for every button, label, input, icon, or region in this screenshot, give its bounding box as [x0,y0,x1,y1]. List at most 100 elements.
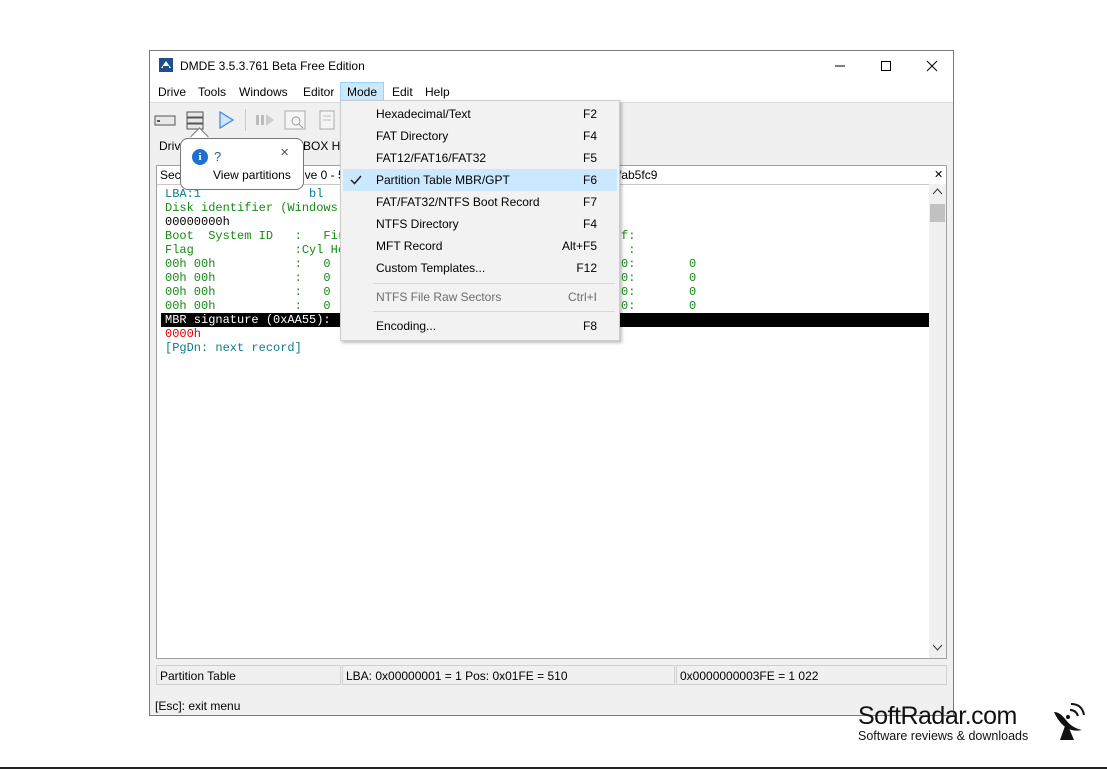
menu-item-shortcut: F8 [582,319,597,333]
status-bar: Partition Table LBA: 0x00000001 = 1 Pos:… [156,665,947,687]
maximize-icon [881,60,891,71]
minimize-button[interactable] [817,51,863,80]
next-record-link[interactable]: [PgDn: next record] [165,341,302,355]
checkmark-icon [350,175,362,185]
menu-item-shortcut: F4 [582,129,597,143]
maximize-button[interactable] [863,51,909,80]
record-right-col: : [621,243,636,257]
drive-icon[interactable] [154,109,176,131]
vertical-scrollbar[interactable] [929,184,946,658]
record-right-col: 0: [621,285,636,299]
menu-item-partition-table[interactable]: Partition Table MBR/GPT F6 [343,169,617,191]
menu-item-label: FAT Directory [376,129,449,143]
menu-item-shortcut: F2 [582,107,597,121]
tooltip-close-icon[interactable]: ✕ [280,146,289,159]
window-title: DMDE 3.5.3.761 Beta Free Edition [180,59,365,73]
menu-item-shortcut: F5 [582,151,597,165]
mbr-signature-value[interactable]: 0000h [165,327,201,341]
status-position: LBA: 0x00000001 = 1 Pos: 0x01FE = 510 [342,665,675,685]
scroll-up-icon[interactable] [933,188,942,195]
record-line: 00000000h [165,215,230,229]
record-value: 0 [689,299,697,313]
menu-item-boot-record[interactable]: FAT/FAT32/NTFS Boot Record F7 [343,191,617,213]
menu-item-mft-record[interactable]: MFT Record Alt+F5 [343,235,617,257]
partitions-icon[interactable] [184,109,206,131]
play-icon[interactable] [215,109,237,131]
mode-menu: Hexadecimal/Text F2 FAT Directory F4 FAT… [340,100,620,341]
scroll-thumb[interactable] [930,204,945,222]
menu-item-shortcut: F6 [582,173,597,187]
menu-item-shortcut: Alt+F5 [561,239,597,253]
brand-tagline: Software reviews & downloads [858,729,1029,743]
menu-item-encoding[interactable]: Encoding... F8 [343,315,617,337]
record-line: 00h 00h : 0 [165,257,331,271]
record-line: Flag :Cyl He [165,243,346,257]
record-line: 00h 00h : 0 [165,299,331,313]
status-mode: Partition Table [156,665,341,685]
menu-item-shortcut: F7 [582,195,597,209]
brand-name: SoftRadar.com [858,702,1017,730]
menu-item-label: Hexadecimal/Text [376,107,471,121]
menu-item-ntfs-directory[interactable]: NTFS Directory F4 [343,213,617,235]
menu-windows[interactable]: Windows [233,83,294,101]
record-value: 0 [689,271,697,285]
record-right-col: f: [621,229,636,243]
record-line: 00h 00h : 0 [165,285,331,299]
close-button[interactable] [909,51,955,80]
record-right-col: 0: [621,257,636,271]
mbr-signature-label: MBR signature (0xAA55): [165,313,331,327]
softradar-watermark: SoftRadar.com Software reviews & downloa… [858,702,1085,743]
menu-separator [373,311,615,312]
menu-drive[interactable]: Drive [152,83,192,101]
scroll-down-icon[interactable] [933,644,942,651]
menu-item-label: FAT12/FAT16/FAT32 [376,151,487,165]
menu-item-label: FAT/FAT32/NTFS Boot Record [376,195,540,209]
menu-item-label: NTFS Directory [376,217,459,231]
menu-item-custom-templates[interactable]: Custom Templates... F12 [343,257,617,279]
step-icon[interactable] [254,109,276,131]
tab-drive[interactable]: Driv [159,139,180,153]
record-line: Boot System ID : Fir [165,229,346,243]
menu-item-label: NTFS File Raw Sectors [376,290,502,304]
settings-icon[interactable] [317,109,339,131]
menu-item-label: Partition Table MBR/GPT [376,173,510,187]
menu-item-shortcut: F12 [576,261,597,275]
tooltip-title: ? [214,149,222,164]
menu-separator [373,283,615,284]
close-icon [926,60,938,71]
menu-item-fat-directory[interactable]: FAT Directory F4 [343,125,617,147]
status-offset: 0x0000000003FE = 1 022 [676,665,947,685]
app-icon [159,58,173,72]
record-value: 0 [689,285,697,299]
info-icon: i [192,149,208,165]
menu-editor[interactable]: Editor [297,83,340,101]
tooltip: i ? View partitions ✕ [180,138,304,190]
record-right-col: 0: [621,299,636,313]
esc-hint: [Esc]: exit menu [155,699,241,713]
menu-help[interactable]: Help [419,83,456,101]
menu-item-label: Custom Templates... [376,261,486,275]
title-bar: DMDE 3.5.3.761 Beta Free Edition [150,51,953,80]
record-line: Disk identifier (Windows) [165,201,346,215]
record-right-col: 0: [621,271,636,285]
menu-mode[interactable]: Mode [340,82,385,102]
panel-header-right: fab5fc9 [618,168,658,182]
minimize-icon [835,65,845,66]
menu-item-hexadecimal-text[interactable]: Hexadecimal/Text F2 [343,103,617,125]
menu-item-fat12-fat16-fat32[interactable]: FAT12/FAT16/FAT32 F5 [343,147,617,169]
menu-item-label: MFT Record [376,239,443,253]
panel-header-mid: ive 0 - 5 [302,168,345,182]
tooltip-text: View partitions [213,168,291,182]
menu-tools[interactable]: Tools [192,83,232,101]
menu-edit[interactable]: Edit [386,83,419,101]
record-line: 00h 00h : 0 [165,271,331,285]
satellite-dish-icon [1054,703,1085,740]
menu-bar: Drive Tools Windows Editor Mode Edit Hel… [150,80,953,102]
menu-item-ntfs-raw-sectors: NTFS File Raw Sectors Ctrl+I [343,286,617,308]
search-icon[interactable] [284,109,306,131]
panel-close-icon[interactable]: ✕ [934,168,943,181]
record-value: 0 [689,257,697,271]
menu-item-label: Encoding... [376,319,437,333]
menu-item-shortcut: Ctrl+I [567,290,597,304]
menu-item-shortcut: F4 [582,217,597,231]
